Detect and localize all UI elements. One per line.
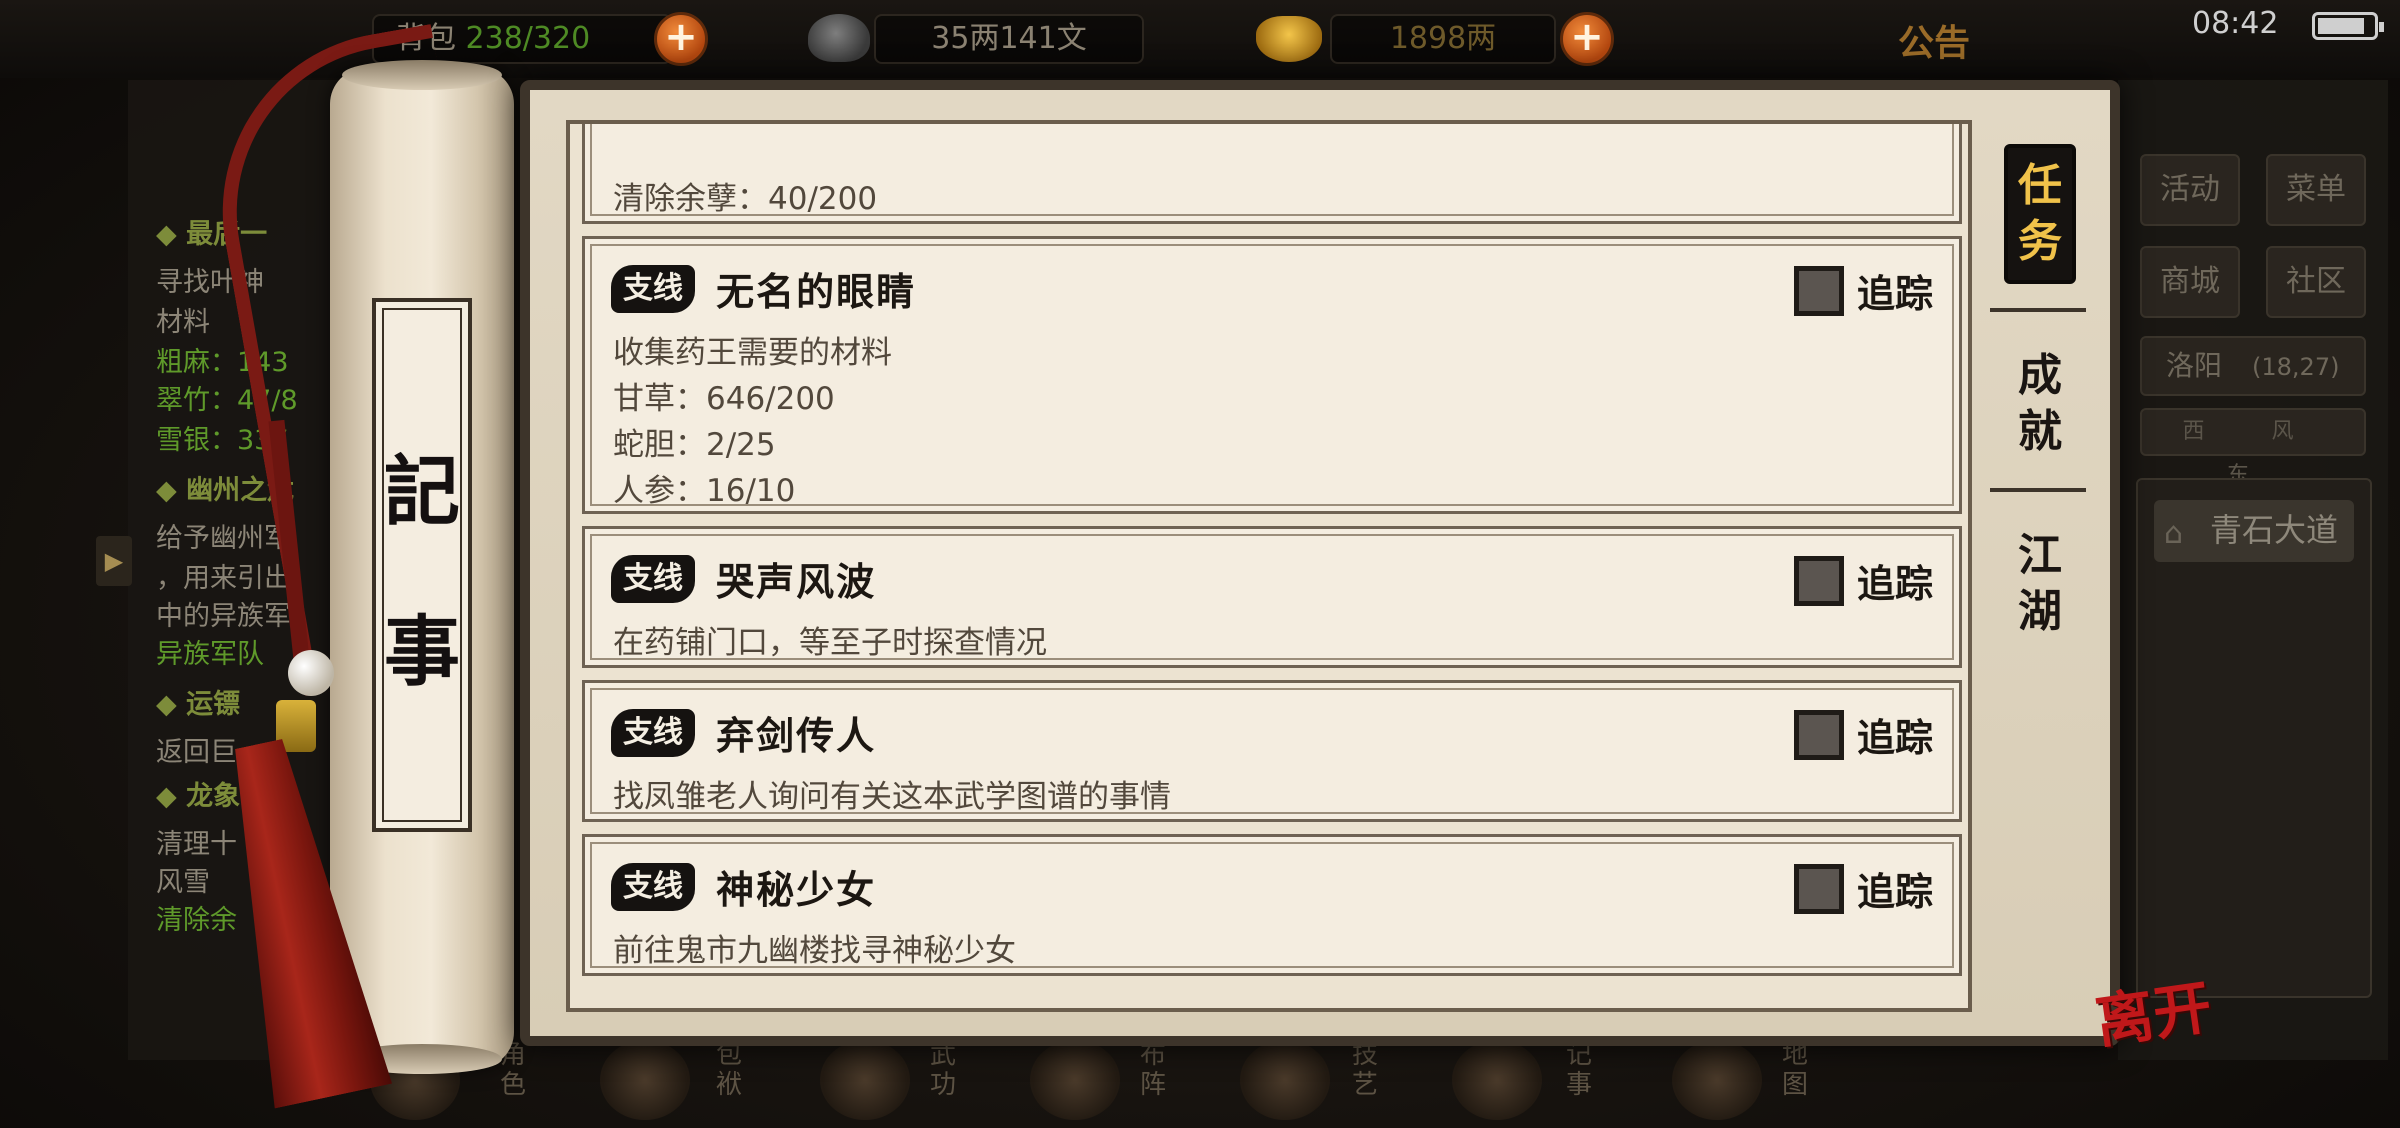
- quest-card-partial: 清除余孽：40/200: [582, 124, 1962, 224]
- quest-card[interactable]: 支线 哭声风波 追踪 在药铺门口，等至子时探查情况: [582, 526, 1962, 668]
- gold-ingot-icon: [1256, 16, 1322, 62]
- activity-button[interactable]: 活动: [2140, 154, 2240, 226]
- scroll-label-char: 記: [384, 447, 460, 536]
- silver-amount: 35两141文: [874, 14, 1144, 64]
- nav-skills-label[interactable]: 技艺: [1352, 1040, 1386, 1100]
- panel-expand-arrow-icon[interactable]: ▶: [96, 536, 132, 586]
- branch-quest-badge: 支线: [611, 862, 695, 911]
- status-clock: 08:42: [2192, 6, 2279, 41]
- track-checkbox[interactable]: [1793, 265, 1844, 316]
- branch-quest-badge: 支线: [611, 264, 695, 313]
- quest-description: 在药铺门口，等至子时探查情况: [613, 625, 1047, 661]
- bottom-nav-bar: [330, 1040, 2090, 1128]
- bag-count: 238/320: [465, 21, 591, 56]
- quest-description: 找凤雏老人询问有关这本武学图谱的事情: [613, 779, 1171, 815]
- house-icon: ⌂: [2164, 516, 2184, 551]
- quest-title: 哭声风波: [716, 560, 877, 604]
- bag-expand-button[interactable]: +: [654, 12, 708, 66]
- quest-description: 前往鬼市九幽楼找寻神秘少女: [613, 933, 1016, 969]
- track-toggle[interactable]: 追踪: [1793, 861, 1933, 914]
- nav-bag-label[interactable]: 包袱: [716, 1040, 750, 1100]
- quest-title-row: 支线 无名的眼睛: [611, 261, 917, 314]
- martial-arts-icon[interactable]: [820, 1040, 910, 1120]
- scroll-label-strip: [372, 298, 472, 832]
- quest-title: 无名的眼睛: [716, 270, 917, 314]
- community-button[interactable]: 社区: [2266, 246, 2366, 318]
- quest-progress: 清除余孽：40/200: [613, 181, 878, 217]
- quest-card[interactable]: 支线 无名的眼睛 追踪 收集药王需要的材料 甘草：646/200 蛇胆：2/25…: [582, 236, 1962, 514]
- branch-quest-badge: 支线: [611, 708, 695, 757]
- track-checkbox[interactable]: [1793, 863, 1844, 914]
- tab-task[interactable]: 任务: [2004, 144, 2076, 284]
- quest-title: 弃剑传人: [716, 714, 877, 758]
- track-toggle[interactable]: 追踪: [1793, 263, 1933, 316]
- nav-map-label[interactable]: 地图: [1782, 1040, 1816, 1100]
- quest-list[interactable]: 清除余孽：40/200 支线 无名的眼睛 追踪 收集药王需要的材料 甘草：646…: [566, 120, 1972, 1012]
- tab-achievement[interactable]: 成就: [2004, 348, 2076, 460]
- nav-martial-arts-label[interactable]: 武功: [930, 1040, 964, 1100]
- quest-description: 收集药王需要的材料: [613, 335, 892, 371]
- menu-button[interactable]: 菜单: [2266, 154, 2366, 226]
- notice-button[interactable]: 公告: [1898, 14, 1970, 66]
- jade-bead-icon: [288, 650, 334, 696]
- city-name: 洛阳: [2166, 349, 2223, 382]
- journal-icon[interactable]: [1452, 1040, 1542, 1120]
- quest-title: 神秘少女: [716, 868, 877, 912]
- tab-jianghu[interactable]: 江湖: [2004, 528, 2076, 640]
- compass-route: 西 风 东: [2140, 408, 2366, 488]
- shop-button[interactable]: 商城: [2140, 246, 2240, 318]
- gold-recharge-button[interactable]: +: [1560, 12, 1614, 66]
- formation-icon[interactable]: [1030, 1040, 1120, 1120]
- map-icon[interactable]: [1672, 1040, 1762, 1120]
- quest-card[interactable]: 支线 神秘少女 追踪 前往鬼市九幽楼找寻神秘少女: [582, 834, 1962, 976]
- track-checkbox[interactable]: [1793, 709, 1844, 760]
- roller-cap-top: [342, 60, 502, 90]
- quest-requirement: 甘草：646/200: [613, 381, 835, 417]
- quest-requirement: 人参：16/10: [613, 473, 796, 509]
- track-checkbox[interactable]: [1793, 555, 1844, 606]
- nav-formation-label[interactable]: 布阵: [1140, 1040, 1174, 1100]
- battery-icon: [2312, 12, 2384, 40]
- track-label: 追踪: [1856, 562, 1933, 606]
- quest-title-row: 支线 弃剑传人: [611, 705, 877, 758]
- silver-icon: [808, 14, 870, 62]
- quest-title-row: 支线 神秘少女: [611, 859, 877, 912]
- quest-requirement: 蛇胆：2/25: [613, 427, 776, 463]
- city-map-button[interactable]: 洛阳 (18,27): [2140, 336, 2366, 396]
- bag-icon[interactable]: [600, 1040, 690, 1120]
- track-label: 追踪: [1856, 716, 1933, 760]
- quest-card[interactable]: 支线 弃剑传人 追踪 找凤雏老人询问有关这本武学图谱的事情: [582, 680, 1962, 822]
- track-toggle[interactable]: 追踪: [1793, 553, 1933, 606]
- nav-journal-label[interactable]: 记事: [1566, 1040, 1600, 1100]
- scroll-label-char: 事: [384, 607, 460, 696]
- tab-divider: [1990, 488, 2086, 492]
- track-toggle[interactable]: 追踪: [1793, 707, 1933, 760]
- quest-title-row: 支线 哭声风波: [611, 551, 877, 604]
- city-coords: (18,27): [2252, 353, 2340, 381]
- track-label: 追踪: [1856, 272, 1933, 316]
- leave-button[interactable]: 离开: [2091, 973, 2228, 1114]
- skills-icon[interactable]: [1240, 1040, 1330, 1120]
- branch-quest-badge: 支线: [611, 554, 695, 603]
- track-label: 追踪: [1856, 870, 1933, 914]
- gold-amount: 1898两: [1330, 14, 1556, 64]
- tab-divider: [1990, 308, 2086, 312]
